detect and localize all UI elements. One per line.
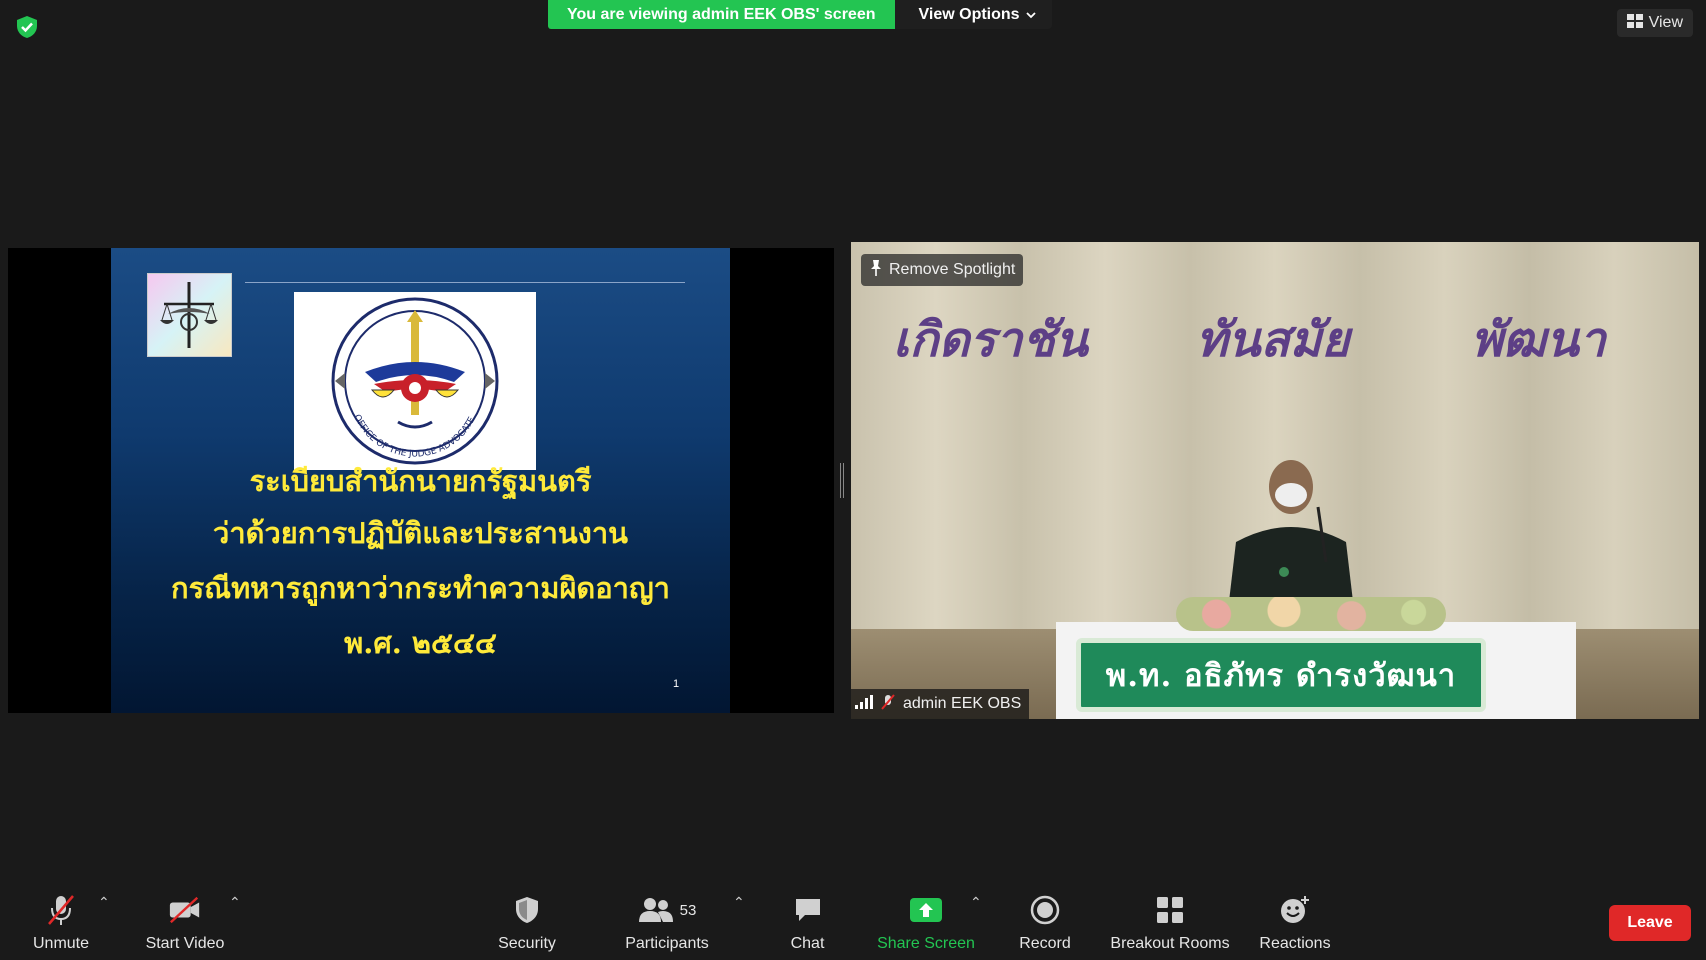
view-options-label: View Options (918, 6, 1020, 23)
chat-label: Chat (790, 935, 825, 952)
slide-title-line-4: พ.ศ. ๒๕๔๔ (344, 626, 497, 660)
wall-slogan-1: เกิดราชัน (893, 312, 1088, 368)
video-off-icon (168, 893, 202, 927)
participants-label: Participants (625, 935, 709, 952)
participants-icon: 53 (627, 893, 707, 927)
breakout-rooms-button[interactable]: Breakout Rooms (1106, 882, 1234, 960)
share-screen-button[interactable]: Share Screen (876, 882, 976, 960)
encryption-shield-icon[interactable] (14, 14, 40, 40)
chevron-down-icon (1025, 0, 1036, 29)
muted-mic-icon (881, 693, 895, 715)
presentation-slide: OFFICE OF THE JUDGE ADVOCATE ระเบียบสำนั… (111, 248, 730, 713)
slide-page-number: 1 (673, 678, 680, 690)
record-label: Record (1019, 935, 1071, 952)
name-plate: พ.ท. อธิภัทร ดำรงวัฒนา (1076, 638, 1486, 712)
judge-advocate-seal-icon: OFFICE OF THE JUDGE ADVOCATE (294, 292, 536, 470)
share-screen-icon (909, 893, 943, 927)
wall-slogan-3: พัฒนา (1471, 312, 1606, 368)
flower-arrangement (1176, 597, 1446, 631)
meeting-toolbar: Unmute ⌃ Start Video ⌃ Security 53 Parti… (0, 882, 1706, 960)
signal-strength-icon (855, 694, 873, 714)
share-options-caret-icon[interactable]: ⌃ (970, 894, 982, 911)
slide-title-line-3: กรณีทหารถูกหาว่ากระทำความผิดอาญา (171, 571, 670, 605)
participants-options-caret-icon[interactable]: ⌃ (733, 894, 745, 911)
unmute-label: Unmute (32, 935, 90, 952)
scales-emblem-icon (147, 273, 232, 357)
participant-name-tag: admin EEK OBS (851, 689, 1030, 719)
breakout-rooms-label: Breakout Rooms (1110, 935, 1230, 952)
start-video-button[interactable]: Start Video (138, 882, 232, 960)
grid-view-icon (1626, 13, 1643, 33)
pin-icon (869, 259, 883, 282)
participant-name: admin EEK OBS (903, 695, 1022, 712)
record-icon (1028, 893, 1062, 927)
slide-title-line-1: ระเบียบสำนักนายกรัฐมนตรี (249, 464, 592, 498)
reactions-label: Reactions (1259, 935, 1331, 952)
participants-button[interactable]: 53 Participants (620, 882, 714, 960)
viewing-screen-text: You are viewing admin EEK OBS' screen (548, 0, 895, 29)
security-shield-icon (510, 893, 544, 927)
screen-share-banner: You are viewing admin EEK OBS' screen Vi… (548, 0, 1052, 29)
reactions-smiley-icon (1278, 893, 1312, 927)
view-label: View (1648, 14, 1683, 31)
start-video-label: Start Video (145, 935, 225, 952)
breakout-rooms-icon (1153, 893, 1187, 927)
chat-bubble-icon (791, 893, 825, 927)
panel-resize-handle[interactable] (840, 463, 844, 498)
view-options-button[interactable]: View Options (894, 0, 1052, 29)
video-options-caret-icon[interactable]: ⌃ (229, 894, 241, 911)
security-label: Security (498, 935, 556, 952)
record-button[interactable]: Record (1017, 882, 1073, 960)
reactions-button[interactable]: Reactions (1257, 882, 1333, 960)
participants-count: 53 (679, 901, 697, 919)
remove-spotlight-label: Remove Spotlight (889, 261, 1016, 278)
wall-slogan-2: ทันสมัย (1196, 312, 1350, 368)
leave-button[interactable]: Leave (1609, 905, 1691, 941)
audio-options-caret-icon[interactable]: ⌃ (98, 894, 110, 911)
muted-microphone-icon (44, 893, 78, 927)
slide-title-line-2: ว่าด้วยการปฏิบัติและประสานงาน (213, 516, 628, 550)
unmute-button[interactable]: Unmute (26, 882, 96, 960)
share-screen-label: Share Screen (877, 935, 975, 952)
security-button[interactable]: Security (490, 882, 564, 960)
shared-screen: OFFICE OF THE JUDGE ADVOCATE ระเบียบสำนั… (8, 248, 834, 713)
remove-spotlight-button[interactable]: Remove Spotlight (861, 254, 1024, 286)
chat-button[interactable]: Chat (780, 882, 835, 960)
view-layout-button[interactable]: View (1616, 9, 1693, 37)
slide-divider-line (245, 282, 685, 283)
participant-video[interactable]: เกิดราชัน ทันสมัย พัฒนา พ.ท. อธิภัทร ดำร… (851, 242, 1699, 719)
